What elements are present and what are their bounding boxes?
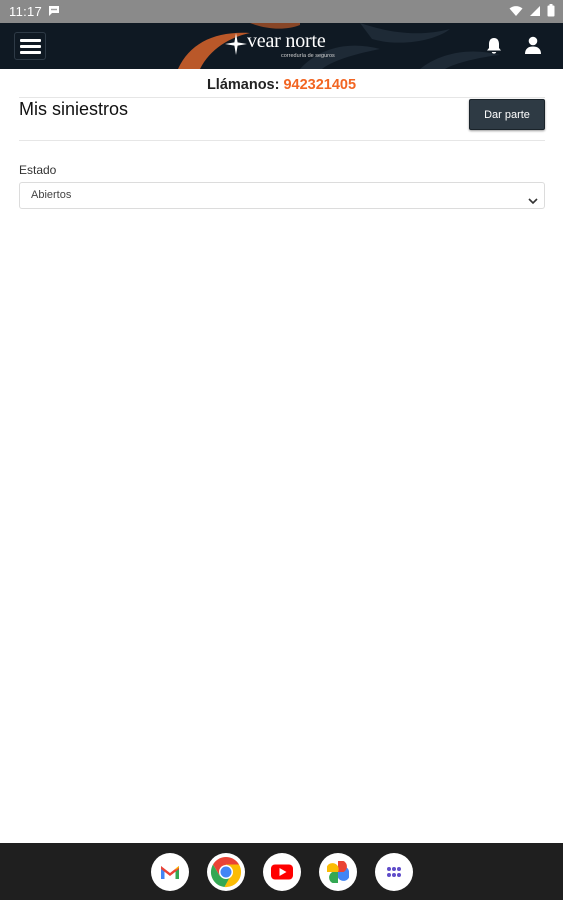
menu-button[interactable]: [14, 32, 46, 60]
contact-line: Llámanos: 942321405: [0, 77, 563, 93]
status-bar: 11:17: [0, 0, 563, 23]
chat-notification-icon: [48, 5, 60, 20]
app-header: vear norte correduría de seguros: [0, 23, 563, 69]
compass-star-icon: [225, 33, 247, 55]
status-time: 11:17: [9, 4, 43, 19]
contact-phone-link[interactable]: 942321405: [283, 77, 356, 93]
dar-parte-button[interactable]: Dar parte: [469, 99, 545, 130]
page-title: Mis siniestros: [19, 99, 129, 119]
app-dock: [0, 843, 563, 900]
photos-icon[interactable]: [319, 853, 357, 891]
signal-icon: [529, 5, 541, 20]
wifi-icon: [509, 5, 523, 20]
app-drawer-icon[interactable]: [375, 853, 413, 891]
battery-icon: [547, 4, 555, 20]
brand-name: vear norte: [247, 30, 326, 52]
chevron-down-icon: [528, 192, 538, 210]
youtube-icon[interactable]: [263, 853, 301, 891]
estado-select-value: Abiertos: [31, 189, 72, 201]
estado-label: Estado: [19, 163, 57, 177]
estado-select[interactable]: Abiertos: [19, 182, 545, 209]
divider: [19, 97, 545, 98]
gmail-icon[interactable]: [151, 853, 189, 891]
divider: [19, 140, 545, 141]
bell-icon[interactable]: [486, 37, 502, 60]
chrome-icon[interactable]: [207, 853, 245, 891]
contact-label: Llámanos:: [206, 77, 280, 93]
user-icon[interactable]: [524, 36, 542, 60]
brand-tagline: correduría de seguros: [281, 53, 335, 59]
